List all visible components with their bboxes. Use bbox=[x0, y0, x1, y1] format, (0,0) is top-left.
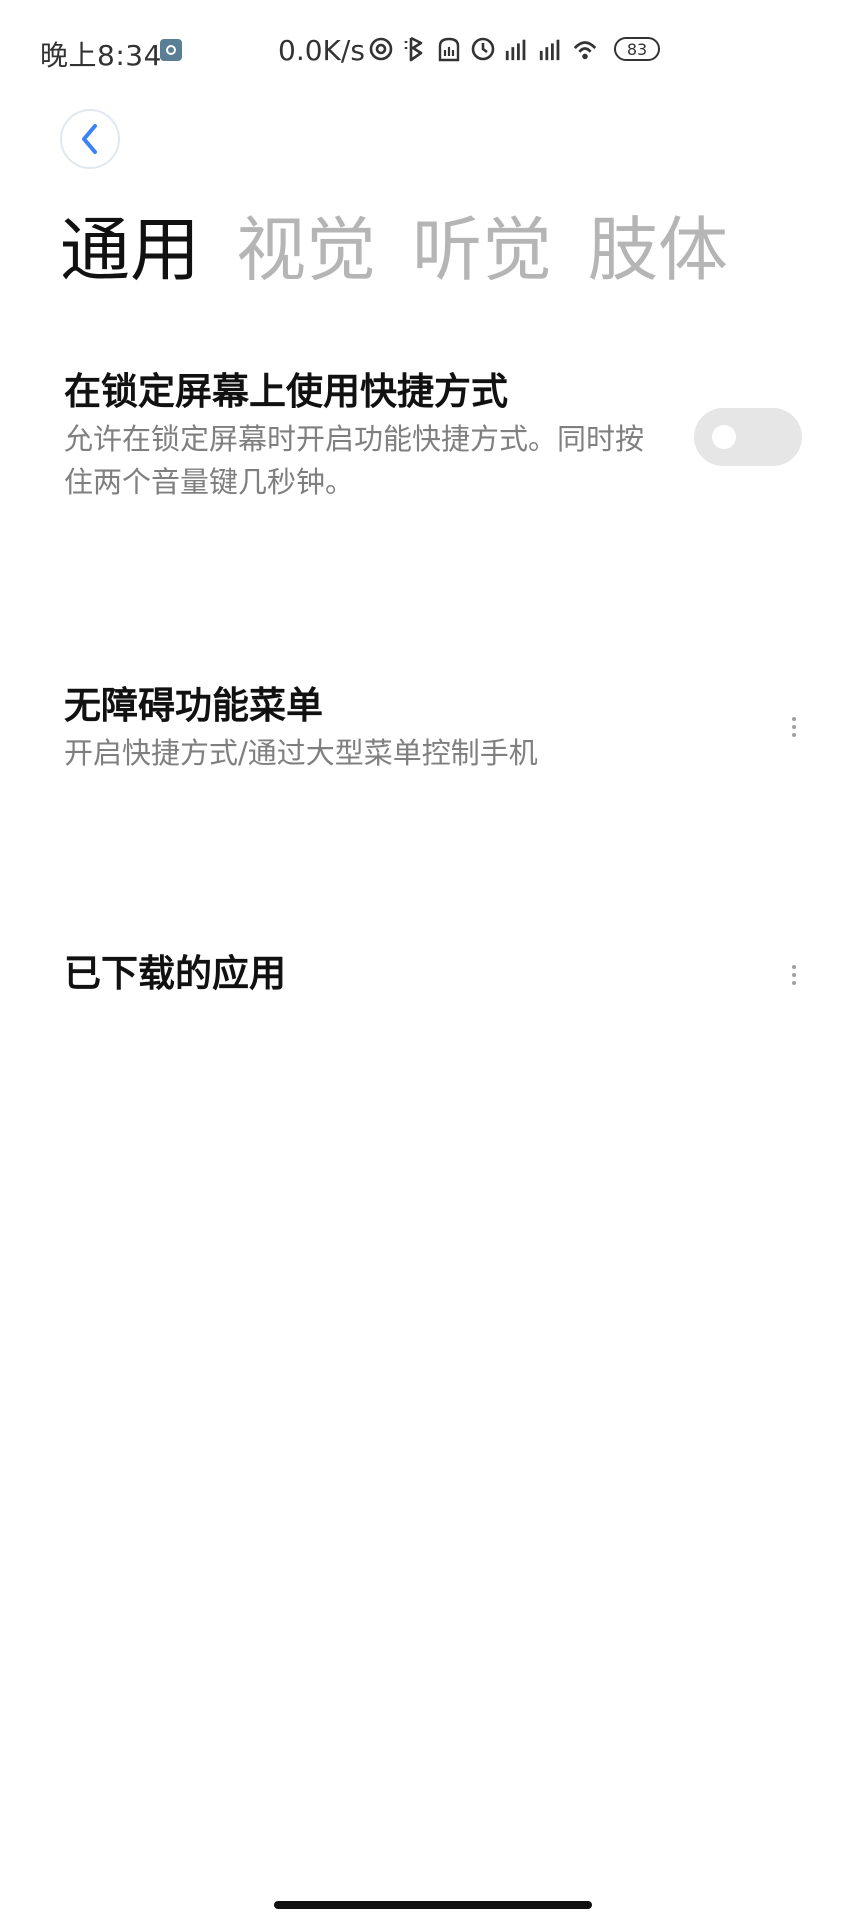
setting-title: 在锁定屏幕上使用快捷方式 bbox=[64, 370, 508, 413]
nfc-icon bbox=[368, 34, 394, 64]
chevron-left-icon bbox=[82, 124, 97, 154]
tab-hearing[interactable]: 听觉 bbox=[412, 205, 552, 295]
setting-title: 无障碍功能菜单 bbox=[64, 684, 323, 727]
battery-indicator: 83 bbox=[614, 37, 660, 61]
setting-accessibility-menu[interactable]: 无障碍功能菜单 开启快捷方式/通过大型菜单控制手机 bbox=[64, 682, 804, 775]
more-vertical-icon[interactable] bbox=[784, 955, 804, 995]
setting-title: 已下载的应用 bbox=[64, 952, 286, 995]
setting-lockscreen-shortcut[interactable]: 在锁定屏幕上使用快捷方式 允许在锁定屏幕时开启功能快捷方式。同时按住两个音量键几… bbox=[64, 368, 804, 504]
home-indicator[interactable] bbox=[274, 1901, 592, 1909]
bluetooth-icon bbox=[402, 34, 428, 64]
network-speed: 0.0K/s bbox=[278, 34, 365, 67]
back-button[interactable] bbox=[60, 109, 120, 169]
toggle-knob bbox=[712, 425, 736, 449]
status-icons: 83 bbox=[368, 34, 660, 64]
wifi-icon bbox=[572, 34, 598, 64]
setting-downloaded-apps[interactable]: 已下载的应用 bbox=[64, 950, 804, 998]
sim-icon bbox=[436, 34, 462, 64]
tab-vision[interactable]: 视觉 bbox=[236, 205, 376, 295]
status-time: 晚上8:34 bbox=[40, 39, 162, 72]
setting-description: 允许在锁定屏幕时开启功能快捷方式。同时按住两个音量键几秒钟。 bbox=[64, 422, 645, 499]
category-tabs: 通用 视觉 听觉 肢体 bbox=[60, 205, 728, 295]
more-vertical-icon[interactable] bbox=[784, 707, 804, 747]
status-bar: 晚上8:34 0.0K/s 83 bbox=[0, 0, 864, 100]
alarm-icon bbox=[470, 34, 496, 64]
setting-description: 开启快捷方式/通过大型菜单控制手机 bbox=[64, 736, 538, 770]
signal-2-icon bbox=[538, 34, 564, 64]
tab-general[interactable]: 通用 bbox=[60, 205, 200, 295]
settings-notification-icon bbox=[160, 39, 182, 61]
tab-physical[interactable]: 肢体 bbox=[588, 205, 728, 295]
signal-1-icon bbox=[504, 34, 530, 64]
lockscreen-shortcut-toggle[interactable] bbox=[694, 408, 802, 466]
